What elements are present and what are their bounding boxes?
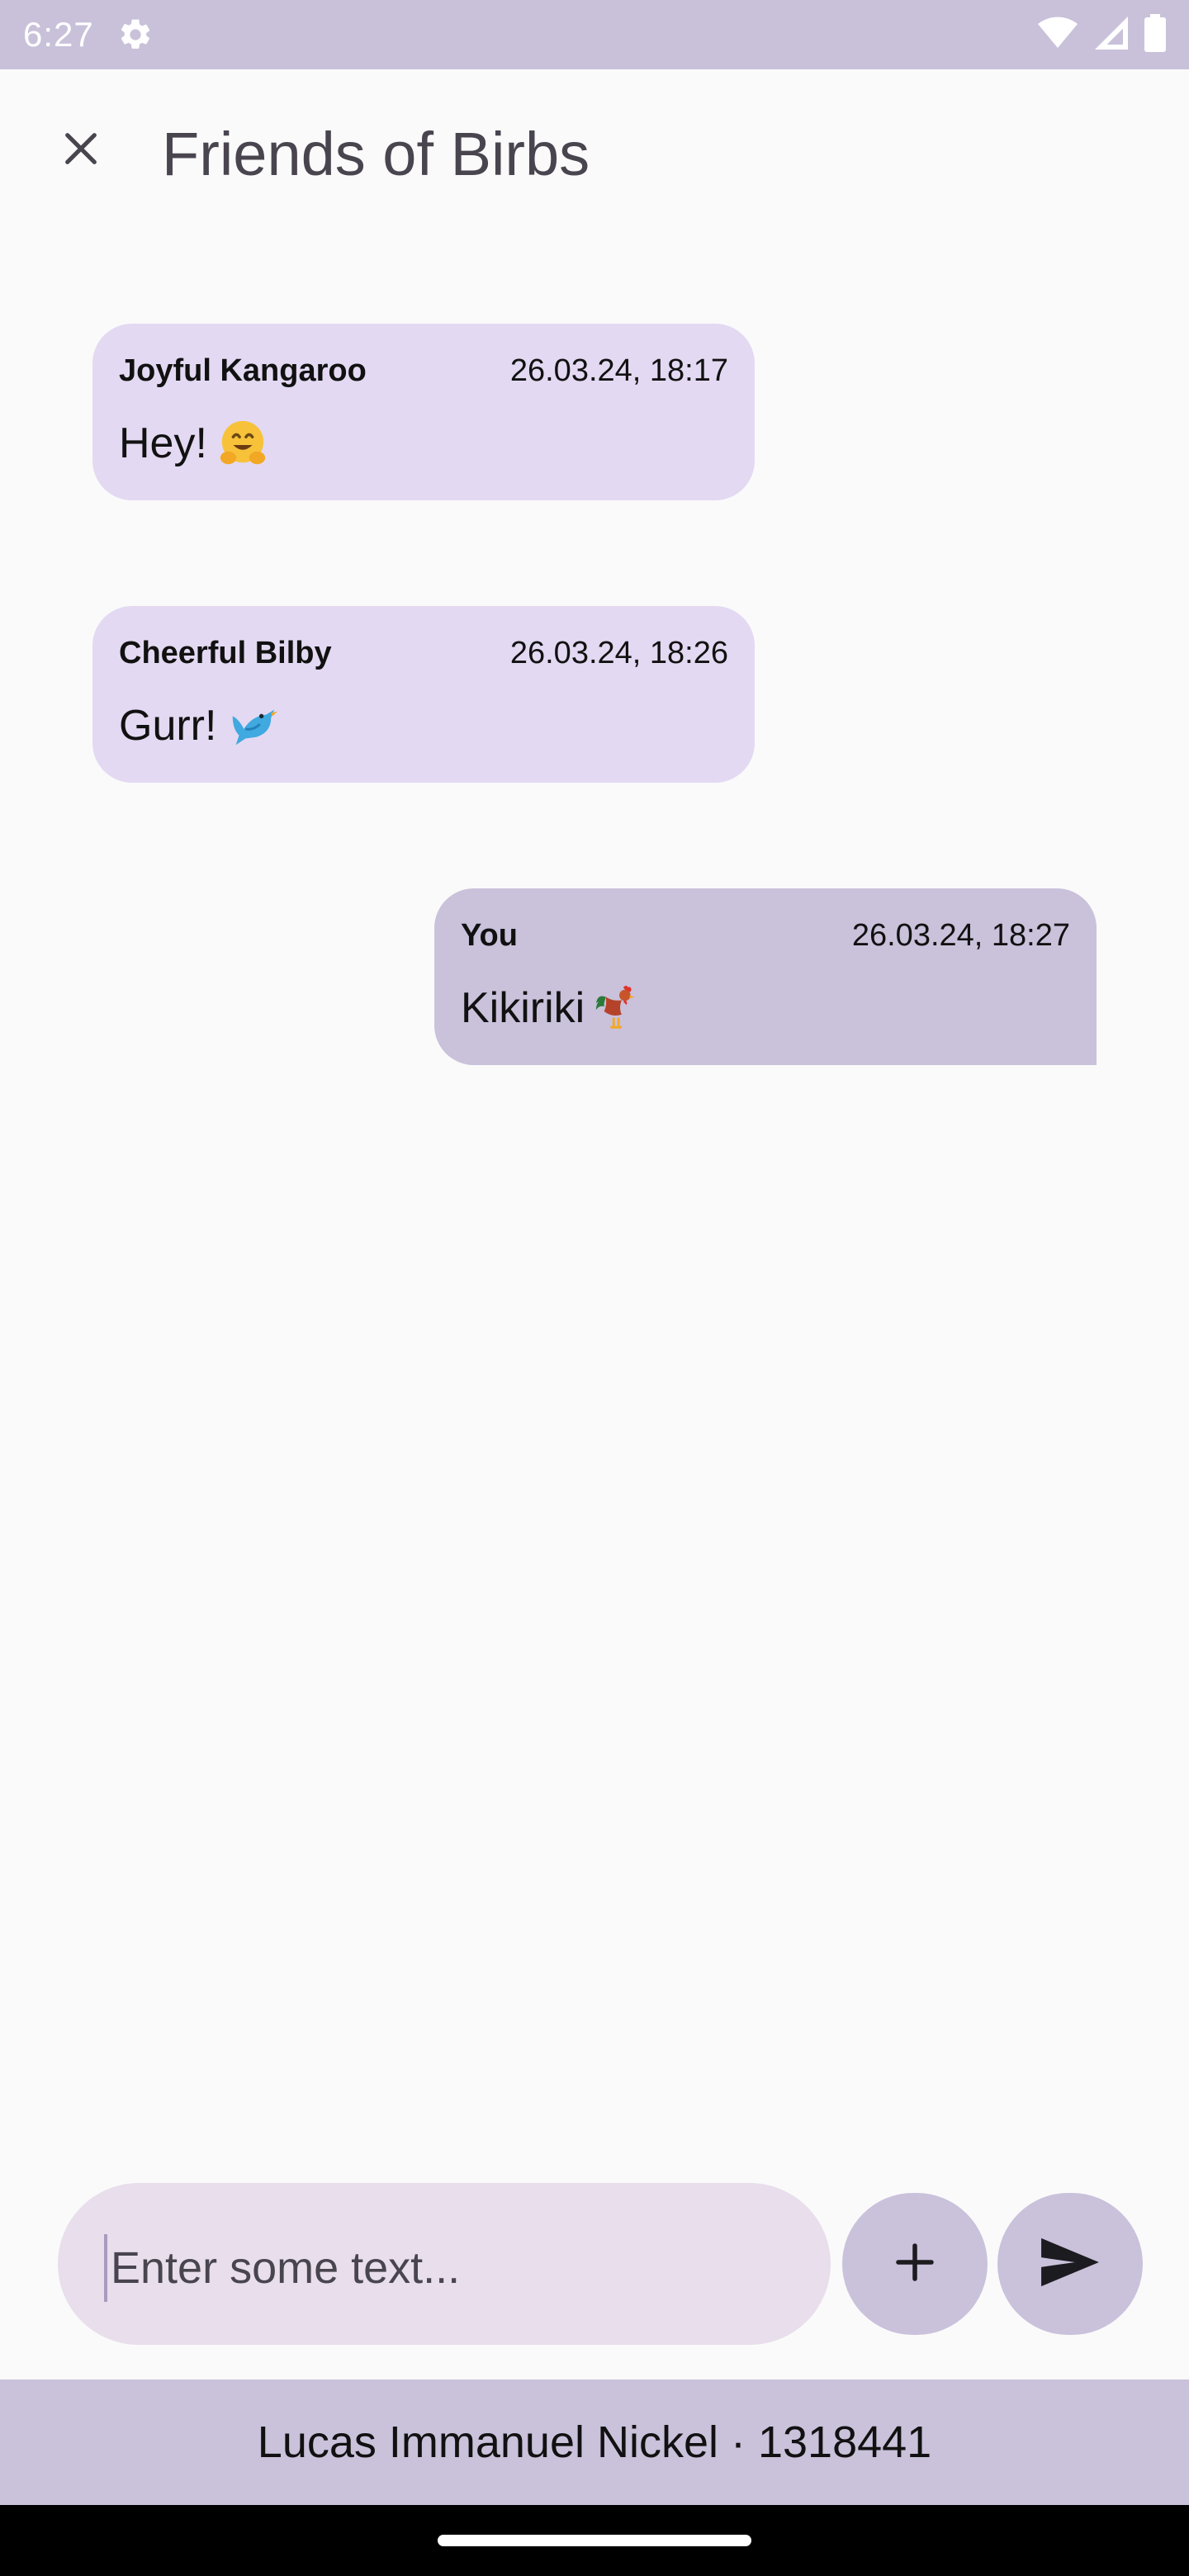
message-time: 26.03.24, 18:27: [851, 917, 1070, 953]
message-sender: Cheerful Bilby: [119, 635, 332, 670]
message-sender: Joyful Kangaroo: [119, 353, 367, 388]
text-cursor: [104, 2234, 107, 2302]
message-input-placeholder: Enter some text...: [111, 2243, 461, 2293]
message-text: Hey!: [119, 419, 207, 467]
status-time: 6:27: [23, 15, 94, 54]
message-text: Kikiriki: [461, 984, 585, 1032]
message-input[interactable]: Enter some text...: [58, 2183, 831, 2345]
footer-text: Lucas Immanuel Nickel · 1318441: [257, 2417, 932, 2467]
rooster-emoji-icon: [594, 983, 646, 1034]
message-text: Gurr!: [119, 702, 217, 750]
message-bubble: Cheerful Bilby 26.03.24, 18:26 Gurr!: [92, 606, 755, 783]
home-gesture-handle[interactable]: [438, 2535, 751, 2546]
send-button[interactable]: [997, 2193, 1143, 2335]
message-time: 26.03.24, 18:26: [509, 635, 728, 670]
battery-icon: [1144, 13, 1166, 56]
close-button[interactable]: [41, 111, 121, 190]
status-bar: 6:27: [0, 0, 1189, 69]
wifi-icon: [1037, 15, 1078, 55]
message-sender: You: [461, 917, 518, 953]
signal-icon: [1093, 15, 1130, 55]
navigation-bar: [0, 2505, 1189, 2576]
app-bar: Friends of Birbs: [0, 69, 1189, 253]
message-time: 26.03.24, 18:17: [509, 353, 728, 388]
close-icon: [58, 125, 104, 176]
add-attachment-button[interactable]: [842, 2193, 988, 2335]
message-bubble: Joyful Kangaroo 26.03.24, 18:17 Hey!: [92, 324, 755, 500]
status-icons: [1037, 13, 1166, 56]
bird-emoji-icon: [226, 700, 278, 751]
message-bubble-own: You 26.03.24, 18:27 Kikiriki: [434, 888, 1097, 1065]
chat-title: Friends of Birbs: [162, 120, 590, 188]
send-icon: [1037, 2236, 1103, 2293]
gear-icon: [116, 15, 155, 54]
plus-icon: [890, 2237, 940, 2291]
hugging-face-emoji-icon: [217, 418, 268, 469]
footer: Lucas Immanuel Nickel · 1318441: [0, 2379, 1189, 2505]
